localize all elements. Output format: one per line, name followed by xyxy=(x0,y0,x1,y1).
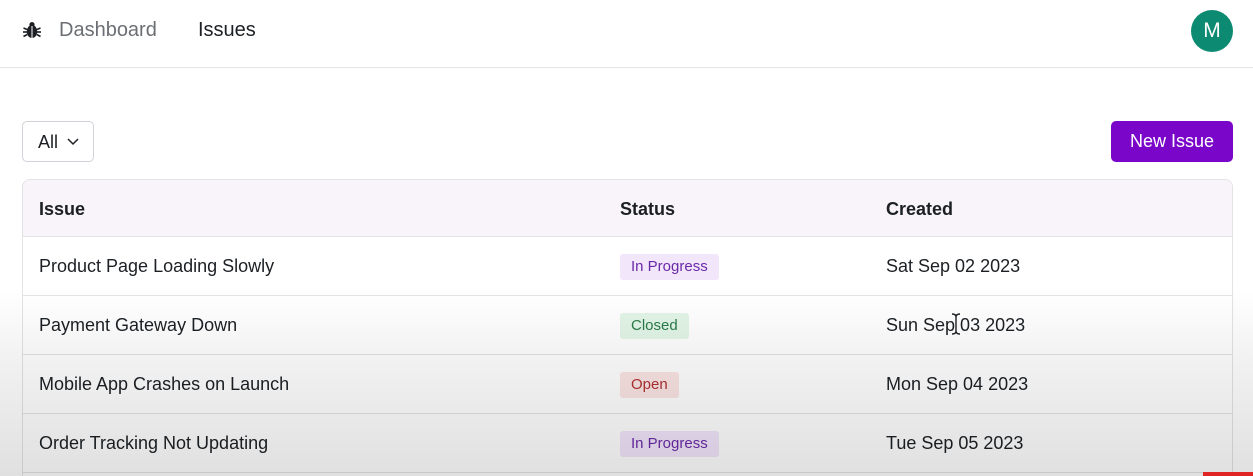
avatar[interactable]: M xyxy=(1191,10,1233,52)
bug-icon[interactable] xyxy=(22,20,42,40)
issues-page: Dashboard Issues M All New Issue Issue S… xyxy=(0,0,1253,476)
chevron-down-icon xyxy=(67,138,79,146)
table-row: Mobile App Crashes on Launch Open Mon Se… xyxy=(23,355,1232,414)
status-filter-value: All xyxy=(38,132,59,152)
column-header-status[interactable]: Status xyxy=(620,199,675,219)
created-date: Sat Sep 02 2023 xyxy=(886,256,1021,276)
table-header: Issue Status Created xyxy=(23,180,1232,237)
status-filter-select[interactable]: All xyxy=(22,121,94,162)
text-cursor-icon xyxy=(951,313,961,335)
status-badge: In Progress xyxy=(620,431,719,457)
nav-link-dashboard[interactable]: Dashboard xyxy=(59,18,157,42)
navbar: Dashboard Issues M xyxy=(0,0,1253,68)
column-header-created[interactable]: Created xyxy=(886,199,953,219)
created-date: Tue Sep 05 2023 xyxy=(886,433,1024,453)
issue-title-link[interactable]: Payment Gateway Down xyxy=(39,315,237,336)
issue-title-link[interactable]: Mobile App Crashes on Launch xyxy=(39,374,289,395)
table-row: Order Tracking Not Updating In Progress … xyxy=(23,414,1232,473)
issue-title-link[interactable]: Product Page Loading Slowly xyxy=(39,256,274,277)
column-header-issue[interactable]: Issue xyxy=(39,199,85,219)
status-badge: Closed xyxy=(620,313,689,339)
new-issue-button[interactable]: New Issue xyxy=(1111,121,1233,162)
nav-link-issues[interactable]: Issues xyxy=(198,18,256,42)
table-row: Product Page Loading Slowly In Progress … xyxy=(23,237,1232,296)
status-badge: In Progress xyxy=(620,254,719,280)
issue-title-link[interactable]: Order Tracking Not Updating xyxy=(39,433,268,454)
table-row: Payment Gateway Down Closed Sun Sep 03 2… xyxy=(23,296,1232,355)
created-date: Mon Sep 04 2023 xyxy=(886,374,1029,394)
progress-indicator xyxy=(1203,472,1253,476)
status-badge: Open xyxy=(620,372,679,398)
issues-table: Issue Status Created Product Page Loadin… xyxy=(22,179,1233,476)
